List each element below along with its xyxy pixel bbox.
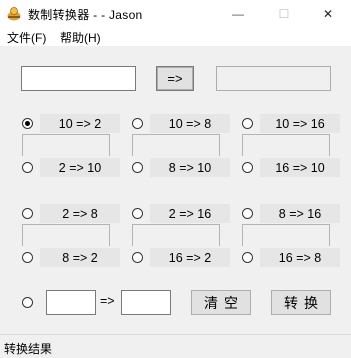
radio-option[interactable]: 10 => 8	[132, 112, 232, 136]
radio-label: 10 => 8	[150, 114, 230, 133]
radio-option[interactable]: 10 => 2	[22, 112, 122, 136]
group-divider	[242, 224, 330, 246]
radio-button[interactable]	[132, 162, 143, 173]
radio-option[interactable]: 8 => 2	[22, 246, 122, 270]
radio-option[interactable]: 8 => 16	[242, 202, 342, 226]
maximize-button[interactable]: ☐	[261, 0, 307, 27]
menu-bar: 文件(F) 帮助(H)	[0, 27, 351, 46]
radio-button[interactable]	[22, 252, 33, 263]
radio-label: 16 => 2	[150, 248, 230, 267]
status-text: 转换结果	[4, 342, 53, 356]
custom-arrow-label: =>	[100, 294, 115, 308]
clear-button[interactable]: 清空	[191, 290, 251, 315]
radio-button[interactable]	[242, 118, 253, 129]
radio-label: 16 => 8	[260, 248, 340, 267]
output-number-field	[216, 66, 331, 91]
group-divider	[242, 134, 330, 156]
window-title: 数制转换器 - - Jason	[28, 8, 143, 22]
radio-button[interactable]	[132, 208, 143, 219]
radio-button[interactable]	[242, 162, 253, 173]
radio-label: 16 => 10	[260, 158, 340, 177]
app-icon	[7, 7, 21, 21]
radio-label: 8 => 10	[150, 158, 230, 177]
radio-button[interactable]	[22, 297, 33, 308]
radio-option[interactable]: 16 => 2	[132, 246, 232, 270]
group-divider	[22, 134, 110, 156]
close-icon: ✕	[322, 6, 334, 21]
title-bar[interactable]: 数制转换器 - - Jason — ☐ ✕	[0, 0, 351, 27]
close-button[interactable]: ✕	[305, 0, 351, 27]
radio-label: 8 => 2	[40, 248, 120, 267]
maximize-icon: ☐	[278, 6, 290, 21]
custom-to-base-field[interactable]	[121, 290, 171, 315]
radio-button[interactable]	[22, 208, 33, 219]
radio-button[interactable]	[242, 252, 253, 263]
radio-button[interactable]	[132, 118, 143, 129]
radio-label: 2 => 16	[150, 204, 230, 223]
minimize-icon: —	[232, 6, 244, 21]
radio-button[interactable]	[22, 162, 33, 173]
radio-label: 10 => 16	[260, 114, 340, 133]
radio-label: 10 => 2	[40, 114, 120, 133]
client-area: => 10 => 2 10 => 8 10 => 16 2 => 10 8 =>…	[0, 46, 351, 334]
radio-option[interactable]: 16 => 10	[242, 156, 342, 180]
group-divider	[132, 224, 220, 246]
input-number-field[interactable]	[21, 66, 136, 91]
menu-file[interactable]: 文件(F)	[7, 29, 46, 46]
radio-option[interactable]: 10 => 16	[242, 112, 342, 136]
radio-label: 2 => 8	[40, 204, 120, 223]
radio-button[interactable]	[22, 118, 33, 129]
status-bar: 转换结果	[0, 334, 351, 358]
custom-from-base-field[interactable]	[46, 290, 96, 315]
convert-button[interactable]: 转换	[271, 290, 331, 315]
radio-option[interactable]: 2 => 8	[22, 202, 122, 226]
radio-option[interactable]: 2 => 10	[22, 156, 122, 180]
convert-arrow-button[interactable]: =>	[156, 66, 194, 91]
radio-label: 8 => 16	[260, 204, 340, 223]
radio-option[interactable]: 16 => 8	[242, 246, 342, 270]
minimize-button[interactable]: —	[215, 0, 261, 27]
group-divider	[22, 224, 110, 246]
radio-option-custom[interactable]	[22, 291, 36, 315]
radio-option[interactable]: 8 => 10	[132, 156, 232, 180]
menu-help[interactable]: 帮助(H)	[60, 29, 101, 46]
radio-label: 2 => 10	[40, 158, 120, 177]
group-divider	[132, 134, 220, 156]
radio-button[interactable]	[242, 208, 253, 219]
radio-button[interactable]	[132, 252, 143, 263]
radio-option[interactable]: 2 => 16	[132, 202, 232, 226]
